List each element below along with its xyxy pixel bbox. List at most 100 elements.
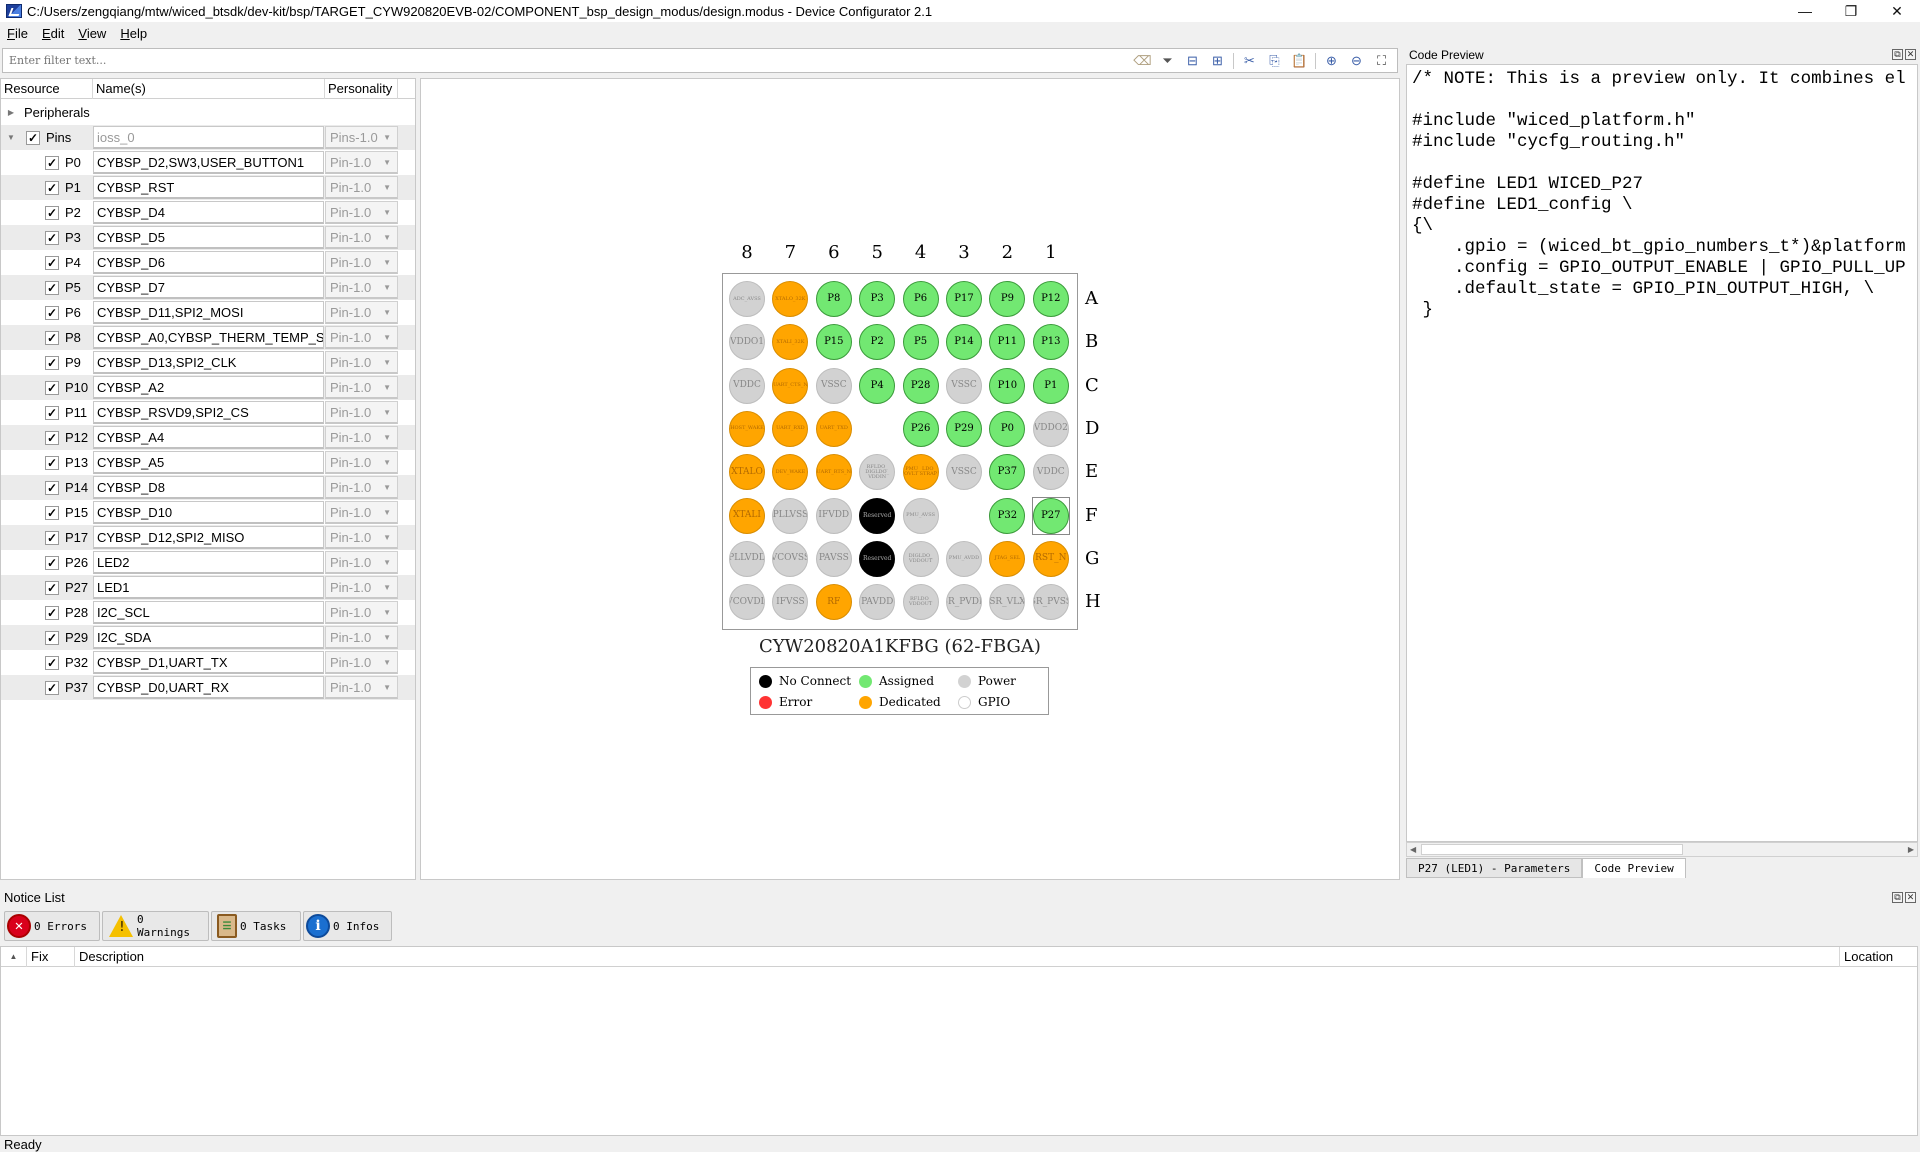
close-panel-icon[interactable]: ✕ — [1905, 892, 1916, 903]
pin-name-field[interactable]: CYBSP_D2,SW3,USER_BUTTON1 — [93, 151, 324, 174]
package-pin-f2[interactable]: P32 — [989, 497, 1026, 534]
copy-icon[interactable]: ⎘ — [1265, 52, 1284, 71]
column-resource[interactable]: Resource — [1, 79, 93, 99]
pin-name-field[interactable]: CYBSP_D4 — [93, 201, 324, 224]
column-description[interactable]: Description — [75, 947, 1840, 967]
package-pin-b6[interactable]: P15 — [815, 324, 852, 361]
package-pin-h3[interactable]: SR_PVDD — [946, 584, 982, 621]
package-pin-a6[interactable]: P8 — [815, 281, 852, 317]
package-pin-b4[interactable]: P5 — [902, 324, 939, 361]
pin-row[interactable]: ✓ P13 CYBSP_A5 Pin-1.0 ▼ — [1, 450, 415, 475]
minimize-button[interactable]: — — [1782, 0, 1828, 22]
pin-personality-select[interactable]: Pin-1.0 ▼ — [325, 326, 398, 349]
column-fix[interactable]: Fix — [27, 947, 75, 967]
paste-icon[interactable]: 📋 — [1290, 52, 1309, 71]
menu-file[interactable]: File — [0, 26, 35, 41]
pin-personality-select[interactable]: Pin-1.0 ▼ — [325, 201, 398, 224]
pin-checkbox[interactable]: ✓ — [45, 530, 59, 545]
pin-row[interactable]: ✓ P28 I2C_SCL Pin-1.0 ▼ — [1, 600, 415, 625]
pin-name-field[interactable]: CYBSP_D7 — [93, 276, 324, 299]
pin-checkbox[interactable]: ✓ — [45, 605, 59, 620]
pin-name-field[interactable]: CYBSP_D10 — [93, 501, 324, 524]
package-pin-e1[interactable]: VDDC — [1032, 454, 1069, 491]
pin-name-field[interactable]: CYBSP_D5 — [93, 226, 324, 249]
package-pin-f8[interactable]: XTALI — [729, 497, 765, 534]
pin-name-field[interactable]: CYBSP_RSVD9,SPI2_CS — [93, 401, 324, 424]
expand-all-icon[interactable]: ⊞ — [1208, 52, 1227, 71]
restore-button[interactable]: ❐ — [1828, 0, 1874, 22]
pins-personality-select[interactable]: Pins-1.0 ▼ — [325, 126, 398, 149]
package-pin-a4[interactable]: P6 — [902, 281, 939, 317]
package-pin-c1[interactable]: P1 — [1032, 367, 1069, 404]
pin-row[interactable]: ✓ P9 CYBSP_D13,SPI2_CLK Pin-1.0 ▼ — [1, 350, 415, 375]
package-pin-f7[interactable]: PLLVSS — [772, 497, 809, 534]
pin-checkbox[interactable]: ✓ — [45, 205, 59, 220]
pin-personality-select[interactable]: Pin-1.0 ▼ — [325, 301, 398, 324]
code-preview[interactable]: /* NOTE: This is a preview only. It comb… — [1406, 64, 1918, 842]
column-personality[interactable]: Personality — [325, 79, 398, 99]
pins-checkbox[interactable]: ✓ — [26, 130, 40, 145]
package-pin-d6[interactable]: UART_TXD — [815, 410, 852, 447]
pin-row[interactable]: ✓ P12 CYBSP_A4 Pin-1.0 ▼ — [1, 425, 415, 450]
pin-checkbox[interactable]: ✓ — [45, 580, 59, 595]
package-pin-h6[interactable]: RF — [815, 584, 852, 621]
column-location[interactable]: Location — [1840, 947, 1917, 967]
pin-checkbox[interactable]: ✓ — [45, 555, 59, 570]
pin-checkbox[interactable]: ✓ — [45, 480, 59, 495]
scroll-left-icon[interactable]: ◀ — [1410, 843, 1416, 856]
pin-personality-select[interactable]: Pin-1.0 ▼ — [325, 276, 398, 299]
pin-checkbox[interactable]: ✓ — [45, 280, 59, 295]
package-pin-a3[interactable]: P17 — [946, 281, 982, 317]
pin-personality-select[interactable]: Pin-1.0 ▼ — [325, 376, 398, 399]
package-pin-a8[interactable]: ADC_AVSS — [729, 281, 765, 317]
tab-parameters[interactable]: P27 (LED1) - Parameters — [1406, 858, 1583, 878]
warnings-button[interactable]: ! 0 Warnings — [102, 911, 209, 941]
tab-code-preview[interactable]: Code Preview — [1582, 858, 1686, 878]
package-pin-g1[interactable]: RST_N — [1032, 540, 1069, 577]
pin-personality-select[interactable]: Pin-1.0 ▼ — [325, 251, 398, 274]
tree-item-pins[interactable]: ▼ ✓ Pins ioss_0 Pins-1.0 ▼ — [1, 125, 415, 150]
pin-checkbox[interactable]: ✓ — [45, 505, 59, 520]
float-icon[interactable]: ⧉ — [1892, 49, 1903, 60]
pin-checkbox[interactable]: ✓ — [45, 255, 59, 270]
scrollbar-thumb[interactable] — [1421, 844, 1683, 855]
pin-row[interactable]: ✓ P1 CYBSP_RST Pin-1.0 ▼ — [1, 175, 415, 200]
package-pin-c8[interactable]: VDDC — [729, 367, 765, 404]
package-pin-h1[interactable]: SR_PVSS — [1032, 584, 1069, 621]
pin-personality-select[interactable]: Pin-1.0 ▼ — [325, 151, 398, 174]
pin-row[interactable]: ✓ P15 CYBSP_D10 Pin-1.0 ▼ — [1, 500, 415, 525]
package-pin-c3[interactable]: VSSC — [946, 367, 982, 404]
pin-name-field[interactable]: CYBSP_A4 — [93, 426, 324, 449]
tree-item-peripherals[interactable]: ▶ Peripherals — [1, 100, 415, 125]
package-pin-e8[interactable]: XTALO — [729, 454, 765, 491]
package-pin-d4[interactable]: P26 — [902, 410, 939, 447]
pin-row[interactable]: ✓ P27 LED1 Pin-1.0 ▼ — [1, 575, 415, 600]
column-names[interactable]: Name(s) — [93, 79, 325, 99]
pin-personality-select[interactable]: Pin-1.0 ▼ — [325, 351, 398, 374]
menu-view[interactable]: View — [71, 26, 113, 41]
close-button[interactable]: ✕ — [1874, 0, 1920, 22]
pin-checkbox[interactable]: ✓ — [45, 430, 59, 445]
package-pin-a1[interactable]: P12 — [1032, 281, 1069, 317]
pin-checkbox[interactable]: ✓ — [45, 180, 59, 195]
sort-icon[interactable]: ▲ — [1, 947, 27, 967]
pins-name-field[interactable]: ioss_0 — [93, 126, 324, 149]
pin-name-field[interactable]: CYBSP_A2 — [93, 376, 324, 399]
pin-personality-select[interactable]: Pin-1.0 ▼ — [325, 551, 398, 574]
pin-row[interactable]: ✓ P26 LED2 Pin-1.0 ▼ — [1, 550, 415, 575]
package-pin-b1[interactable]: P13 — [1032, 324, 1069, 361]
pin-checkbox[interactable]: ✓ — [45, 305, 59, 320]
errors-button[interactable]: ✕ 0 Errors — [4, 911, 100, 941]
pin-name-field[interactable]: CYBSP_D11,SPI2_MOSI — [93, 301, 324, 324]
pin-name-field[interactable]: I2C_SCL — [93, 601, 324, 624]
pin-name-field[interactable]: I2C_SDA — [93, 626, 324, 649]
pin-personality-select[interactable]: Pin-1.0 ▼ — [325, 676, 398, 699]
pin-personality-select[interactable]: Pin-1.0 ▼ — [325, 401, 398, 424]
pin-name-field[interactable]: CYBSP_A5 — [93, 451, 324, 474]
pin-personality-select[interactable]: Pin-1.0 ▼ — [325, 426, 398, 449]
pin-checkbox[interactable]: ✓ — [45, 230, 59, 245]
package-pin-f6[interactable]: IFVDD — [815, 497, 852, 534]
fit-icon[interactable]: ⛶ — [1372, 52, 1391, 71]
menu-edit[interactable]: Edit — [35, 26, 71, 41]
pin-personality-select[interactable]: Pin-1.0 ▼ — [325, 226, 398, 249]
